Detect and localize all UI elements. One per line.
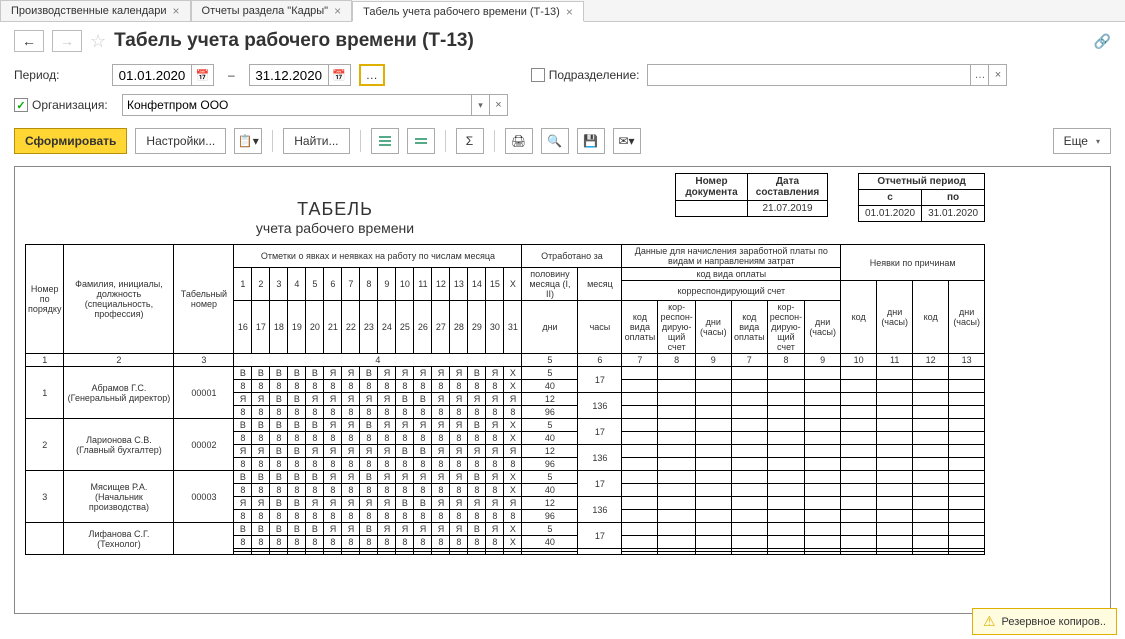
table-row: Лифанова С.Г. (Технолог)ВВВВВЯЯВЯЯЯЯЯВЯX…: [26, 523, 985, 536]
tab-2[interactable]: Табель учета рабочего времени (Т-13)×: [352, 1, 584, 22]
backup-notification[interactable]: ⚠ Резервное копиров..: [972, 608, 1117, 635]
back-button[interactable]: ←: [14, 30, 44, 52]
warning-icon: ⚠: [983, 613, 996, 630]
ellipsis-button[interactable]: …: [971, 64, 989, 86]
period-from-input[interactable]: [112, 64, 192, 86]
period-label: Период:: [14, 68, 104, 82]
period-select-button[interactable]: …: [359, 64, 385, 86]
clear-button[interactable]: ×: [989, 64, 1007, 86]
timesheet-table: Номер по порядку Фамилия, инициалы, долж…: [25, 244, 985, 555]
tab-bar: Производственные календари× Отчеты разде…: [0, 0, 1125, 22]
mail-icon[interactable]: ✉▾: [613, 128, 641, 154]
unit-checkbox[interactable]: Подразделение:: [531, 68, 640, 82]
save-icon[interactable]: 💾: [577, 128, 605, 154]
tab-0[interactable]: Производственные календари×: [0, 0, 191, 21]
form-button[interactable]: Сформировать: [14, 128, 127, 154]
org-input[interactable]: [122, 94, 472, 116]
favorite-star-icon[interactable]: ☆: [90, 31, 106, 52]
close-icon[interactable]: ×: [566, 5, 573, 19]
print-icon[interactable]: 🖨: [505, 128, 533, 154]
report-title: ТАБЕЛЬ: [25, 199, 645, 220]
close-icon[interactable]: ×: [334, 4, 341, 18]
report-spreadsheet[interactable]: ТАБЕЛЬ учета рабочего времени Номер доку…: [14, 166, 1111, 614]
preview-icon[interactable]: 🔍: [541, 128, 569, 154]
close-icon[interactable]: ×: [173, 4, 180, 18]
unit-input[interactable]: [647, 64, 971, 86]
period-to-input[interactable]: [249, 64, 329, 86]
table-row: 1Абрамов Г.С. (Генеральный директор)0000…: [26, 367, 985, 380]
settings-button[interactable]: Настройки...: [135, 128, 226, 154]
dropdown-icon[interactable]: ▾: [472, 94, 490, 116]
report-subtitle: учета рабочего времени: [25, 220, 645, 236]
expand-rows-icon[interactable]: [371, 128, 399, 154]
calendar-icon[interactable]: 📅: [192, 64, 214, 86]
table-row: 2Ларионова С.В. (Главный бухгалтер)00002…: [26, 419, 985, 432]
more-button[interactable]: Еще▾: [1053, 128, 1111, 154]
clear-button[interactable]: ×: [490, 94, 508, 116]
link-icon[interactable]: 🔗: [1094, 33, 1111, 50]
page-title: Табель учета рабочего времени (Т-13): [114, 30, 474, 52]
sum-icon[interactable]: Σ: [456, 128, 484, 154]
table-row: 3Мясищев Р.А. (Начальник производства)00…: [26, 471, 985, 484]
tab-1[interactable]: Отчеты раздела "Кадры"×: [191, 0, 353, 21]
collapse-rows-icon[interactable]: [407, 128, 435, 154]
forward-button[interactable]: →: [52, 30, 82, 52]
org-checkbox[interactable]: Организация:: [14, 98, 114, 112]
paste-icon[interactable]: 📋▾: [234, 128, 262, 154]
doc-meta-table: Номер документаДата составления 21.07.20…: [675, 173, 828, 217]
report-period-table: Отчетный период спо 01.01.202031.01.2020: [858, 173, 985, 222]
find-button[interactable]: Найти...: [283, 128, 349, 154]
calendar-icon[interactable]: 📅: [329, 64, 351, 86]
